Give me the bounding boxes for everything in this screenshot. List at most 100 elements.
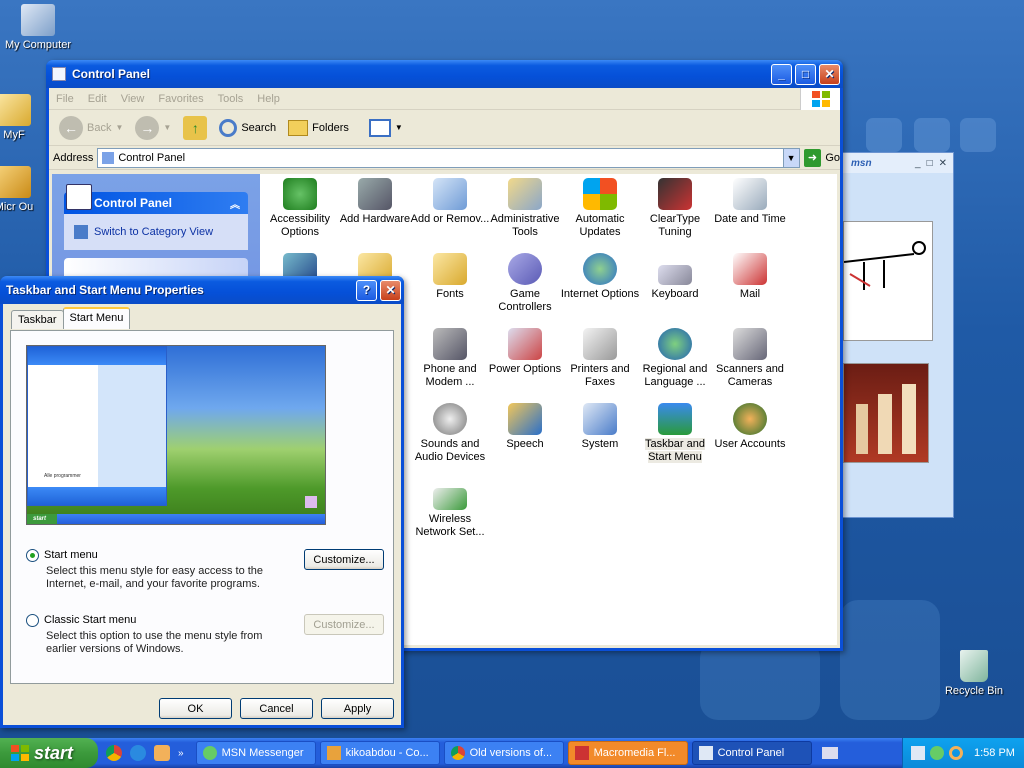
msn-butterfly-icon[interactable] [154, 745, 170, 761]
cp-item-automatic-updates[interactable]: Automatic Updates [560, 178, 640, 239]
start-menu-preview: Alle programmer start [26, 345, 326, 525]
collapse-chevron-icon[interactable]: ︽ [230, 196, 240, 211]
desktop-icon-recycle-bin[interactable]: Recycle Bin [932, 650, 1016, 697]
maximize-button[interactable]: □ [795, 63, 816, 85]
cp-item-date-and-time[interactable]: Date and Time [710, 178, 790, 226]
cp-item-speech[interactable]: Speech [485, 403, 565, 451]
cp-item-system[interactable]: System [560, 403, 640, 451]
close-icon[interactable]: ✕ [939, 158, 947, 169]
cp-item-mail[interactable]: Mail [710, 253, 790, 301]
tab-taskbar[interactable]: Taskbar [11, 310, 64, 329]
search-tray-icon[interactable] [949, 746, 963, 760]
dialog-titlebar[interactable]: Taskbar and Start Menu Properties ? ✕ [0, 276, 404, 304]
desktop-icon-outlook[interactable]: Micr Ou [0, 166, 44, 213]
task-control-panel[interactable]: Control Panel [691, 741, 812, 765]
taskbar: start » MSN Messenger kikoabdou - Co... … [0, 738, 1024, 768]
cp-item-printers-and-faxes[interactable]: Printers and Faxes [560, 328, 640, 389]
control-panel-icon [66, 184, 92, 210]
close-button[interactable]: ✕ [819, 63, 840, 85]
computer-icon [21, 4, 55, 36]
speaker-icon [433, 403, 467, 435]
cp-item-scanners-and-cameras[interactable]: Scanners and Cameras [710, 328, 790, 389]
minimize-button[interactable]: _ [771, 63, 792, 85]
search-button[interactable]: Search [215, 113, 280, 143]
forward-button[interactable]: → ▼ [131, 113, 175, 143]
chevron-down-icon[interactable]: ▼ [782, 148, 799, 167]
go-arrow-icon[interactable]: ➜ [803, 148, 822, 167]
preview-right-column [98, 365, 166, 489]
maximize-icon[interactable]: □ [927, 158, 933, 169]
menu-view[interactable]: View [114, 93, 152, 105]
cp-item-cleartype-tuning[interactable]: ClearType Tuning [635, 178, 715, 239]
desktop-icon-label: Recycle Bin [944, 685, 1004, 697]
control-panel-titlebar[interactable]: Control Panel _ □ ✕ [46, 60, 843, 88]
task-pane-title: Control Panel [94, 196, 173, 210]
folders-label: Folders [312, 121, 349, 134]
task-macromedia-flash[interactable]: Macromedia Fl... [567, 741, 688, 765]
start-menu-radio-label[interactable]: Start menu [44, 549, 98, 561]
menu-tools[interactable]: Tools [211, 93, 251, 105]
recycle-bin-icon [305, 496, 317, 508]
customize-start-menu-button[interactable]: Customize... [304, 549, 384, 570]
desktop-icon-my-files[interactable]: MyF [0, 94, 44, 141]
cp-item-keyboard[interactable]: Keyboard [635, 253, 715, 301]
cp-item-wireless-network-setup[interactable]: Wireless Network Set... [410, 478, 490, 539]
start-label: start [34, 742, 74, 763]
msn-window[interactable]: msn _ □ ✕ [842, 152, 954, 518]
menu-favorites[interactable]: Favorites [151, 93, 210, 105]
up-button[interactable]: ↑ [179, 113, 211, 143]
task-browser[interactable]: Old versions of... [443, 741, 564, 765]
cp-item-taskbar-and-start-menu[interactable]: Taskbar and Start Menu [635, 403, 715, 464]
classic-start-menu-radio[interactable] [26, 614, 39, 627]
msn-tray-icon[interactable] [930, 746, 944, 760]
clock[interactable]: 1:58 PM [974, 747, 1015, 759]
cp-item-game-controllers[interactable]: Game Controllers [485, 253, 565, 314]
menu-help[interactable]: Help [250, 93, 287, 105]
network-icon[interactable] [911, 746, 925, 760]
task-msn-messenger[interactable]: MSN Messenger [195, 741, 316, 765]
desktop-icon-my-computer[interactable]: My Computer [0, 4, 80, 51]
folders-button[interactable]: Folders [284, 113, 353, 143]
cp-item-user-accounts[interactable]: User Accounts [710, 403, 790, 451]
go-button[interactable]: Go [825, 152, 840, 164]
menu-edit[interactable]: Edit [81, 93, 114, 105]
chrome-icon[interactable] [106, 745, 122, 761]
address-input[interactable]: Control Panel ▼ [97, 147, 800, 168]
cp-item-sounds-and-audio[interactable]: Sounds and Audio Devices [410, 403, 490, 464]
mail-icon [733, 253, 767, 285]
help-button[interactable]: ? [356, 279, 377, 301]
task-pane-header[interactable]: Control Panel ︽ [64, 184, 248, 214]
desktop-icon-label: My Computer [4, 39, 72, 51]
cp-item-internet-options[interactable]: Internet Options [560, 253, 640, 301]
cp-item-power-options[interactable]: Power Options [485, 328, 565, 376]
taskbar-properties-dialog[interactable]: Taskbar and Start Menu Properties ? ✕ Ta… [0, 276, 404, 728]
cp-item-fonts[interactable]: Fonts [410, 253, 490, 301]
cp-item-accessibility-options[interactable]: Accessibility Options [260, 178, 340, 239]
classic-start-menu-radio-label[interactable]: Classic Start menu [44, 614, 136, 626]
views-button[interactable]: ▼ [365, 113, 407, 143]
start-button[interactable]: start [0, 738, 98, 768]
cp-item-add-hardware[interactable]: Add Hardware [335, 178, 415, 226]
apply-button[interactable]: Apply [321, 698, 394, 719]
back-button[interactable]: ← Back ▼ [55, 113, 127, 143]
menu-file[interactable]: File [49, 93, 81, 105]
chevron-right-icon[interactable]: » [178, 748, 184, 759]
keyboard-icon[interactable] [821, 747, 838, 759]
cancel-button[interactable]: Cancel [240, 698, 313, 719]
ok-button[interactable]: OK [159, 698, 232, 719]
customize-classic-menu-button[interactable]: Customize... [304, 614, 384, 635]
views-icon [368, 118, 391, 137]
desktop-tile [840, 600, 940, 720]
cp-item-regional-and-language[interactable]: Regional and Language ... [635, 328, 715, 389]
cp-item-phone-and-modem[interactable]: Phone and Modem ... [410, 328, 490, 389]
system-icon [583, 403, 617, 435]
cp-item-administrative-tools[interactable]: Administrative Tools [485, 178, 565, 239]
tab-start-menu[interactable]: Start Menu [62, 307, 131, 329]
task-conversation[interactable]: kikoabdou - Co... [319, 741, 440, 765]
minimize-icon[interactable]: _ [915, 158, 921, 169]
internet-explorer-icon[interactable] [130, 745, 146, 761]
start-menu-radio[interactable] [26, 549, 39, 562]
switch-category-view-link[interactable]: Switch to Category View [64, 214, 248, 250]
close-button[interactable]: ✕ [380, 279, 401, 301]
cp-item-add-remove-programs[interactable]: Add or Remov... [410, 178, 490, 226]
